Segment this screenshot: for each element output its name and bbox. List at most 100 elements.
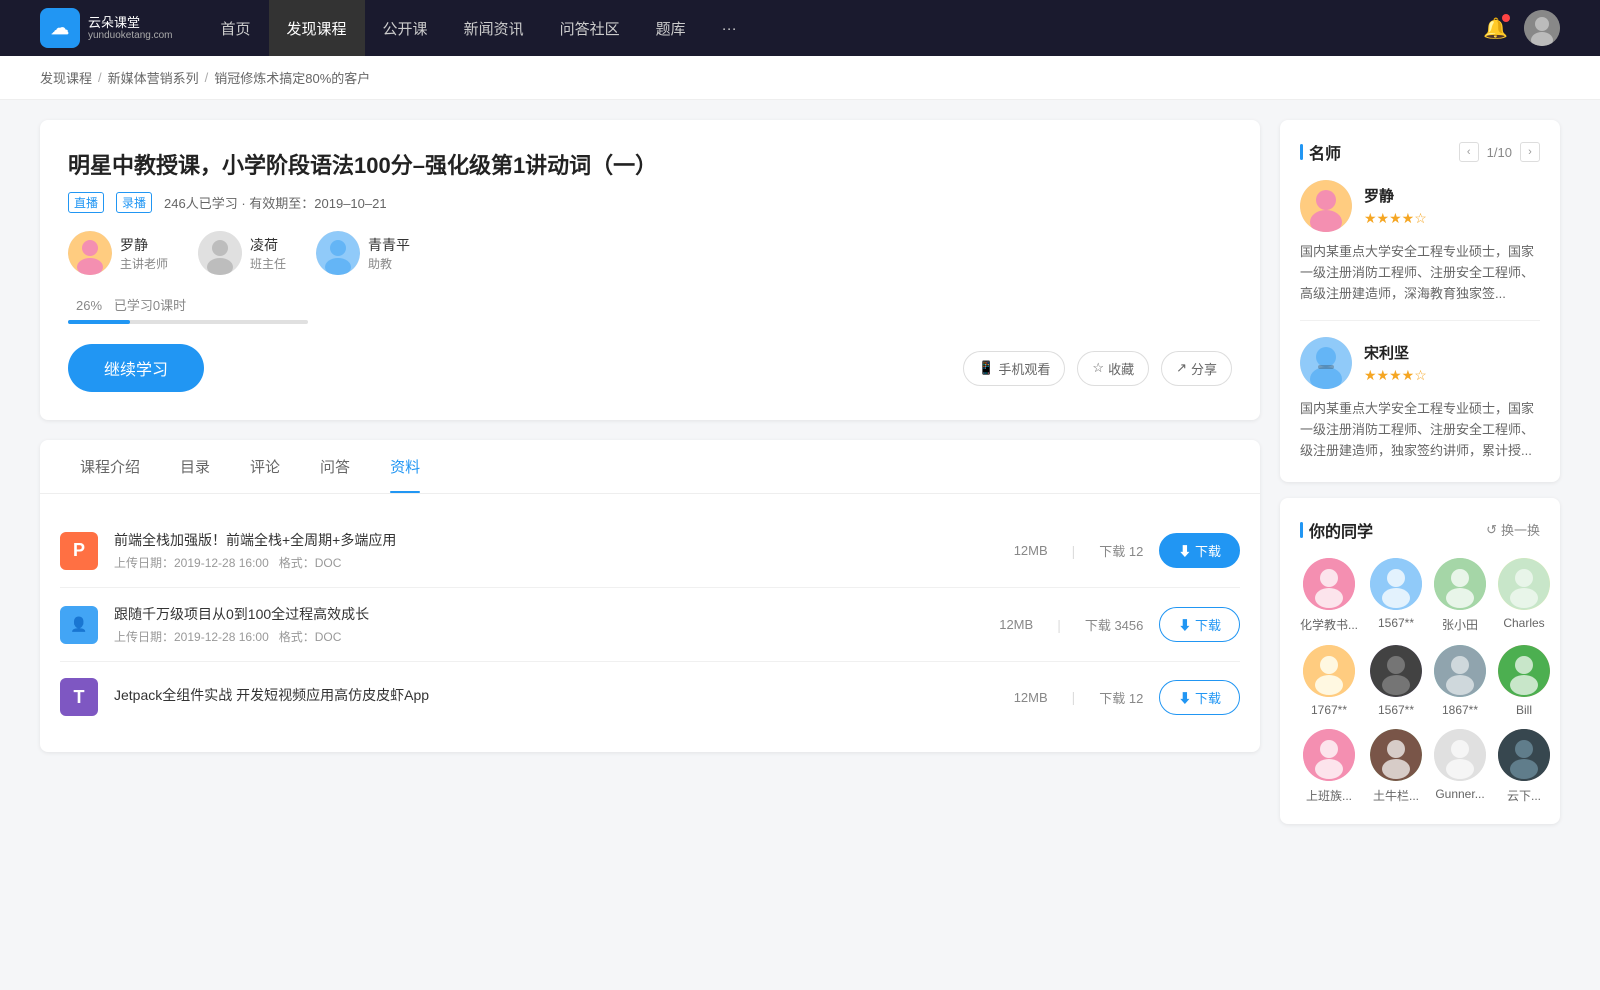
tabs-container: 课程介绍 目录 评论 问答 资料 P 前端全栈加强版！前端全栈+全周期+多端应用…: [40, 440, 1260, 752]
nav-item-discover[interactable]: 发现课程: [269, 0, 365, 56]
teacher-name-1: 凌荷: [250, 235, 286, 255]
classmate-avatar-5: [1370, 645, 1422, 697]
download-button-2[interactable]: ⬇ 下载: [1159, 680, 1240, 715]
teacher-role-2: 助教: [368, 255, 410, 272]
resource-info-0: 前端全栈加强版！前端全栈+全周期+多端应用 上传日期：2019-12-28 16…: [114, 530, 998, 571]
progress-bar-bg: [68, 320, 308, 324]
nav-item-more[interactable]: ···: [704, 0, 755, 56]
classmate-5: 1567**: [1370, 645, 1422, 717]
classmate-name-1: 1567**: [1378, 616, 1414, 630]
classmate-avatar-4: [1303, 645, 1355, 697]
teacher-pagination: ‹ 1/10 ›: [1459, 142, 1540, 162]
teacher-next-button[interactable]: ›: [1520, 142, 1540, 162]
breadcrumb-sep-2: /: [205, 70, 209, 85]
nav-item-home[interactable]: 首页: [203, 0, 269, 56]
course-actions: 继续学习 📱 手机观看 ☆ 收藏 ↗ 分享: [68, 344, 1232, 392]
tab-qa[interactable]: 问答: [300, 440, 370, 493]
user-avatar[interactable]: [1524, 10, 1560, 46]
bell-icon[interactable]: 🔔: [1483, 16, 1508, 41]
progress-section: 26% 已学习0课时: [68, 295, 1232, 324]
classmate-name-8: 上班族...: [1306, 787, 1352, 804]
nav-items: 首页 发现课程 公开课 新闻资讯 问答社区 题库 ···: [203, 0, 1484, 56]
badge-record: 录播: [116, 192, 152, 213]
teacher-profile-details-0: 罗静 ★★★★☆: [1364, 185, 1427, 227]
classmate-name-6: 1867**: [1442, 703, 1478, 717]
tab-comments[interactable]: 评论: [230, 440, 300, 493]
teachers-card-title: 名师 ‹ 1/10 ›: [1300, 140, 1540, 164]
collect-button[interactable]: ☆ 收藏: [1077, 351, 1149, 386]
progress-bar-fill: [68, 320, 130, 324]
logo-text: 云朵课堂: [88, 15, 173, 31]
nav-item-qa[interactable]: 问答社区: [542, 0, 638, 56]
badge-live: 直播: [68, 192, 104, 213]
content-area: 明星中教授课，小学阶段语法100分–强化级第1讲动词（一） 直播 录播 246人…: [40, 120, 1260, 840]
resource-name-2: Jetpack全组件实战 开发短视频应用高仿皮皮虾App: [114, 685, 998, 705]
classmate-avatar-9: [1370, 729, 1422, 781]
teacher-profile-name-0: 罗静: [1364, 185, 1427, 206]
classmate-avatar-3: [1498, 558, 1550, 610]
logo-icon: ☁: [40, 8, 80, 48]
classmate-name-0: 化学教书...: [1300, 616, 1358, 633]
nav-item-bank[interactable]: 题库: [638, 0, 704, 56]
resource-icon-2: T: [60, 678, 98, 716]
logo-sub: yunduoketang.com: [88, 30, 173, 41]
classmate-avatar-7: [1498, 645, 1550, 697]
resource-item-1: 👤 跟随千万级项目从0到100全过程高效成长 上传日期：2019-12-28 1…: [60, 588, 1240, 662]
teacher-profile-header-0: 罗静 ★★★★☆: [1300, 180, 1540, 232]
tab-resources[interactable]: 资料: [370, 440, 440, 493]
mobile-watch-button[interactable]: 📱 手机观看: [963, 351, 1065, 386]
resource-sep-0: |: [1072, 543, 1076, 559]
nav-item-open[interactable]: 公开课: [365, 0, 446, 56]
classmate-avatar-1: [1370, 558, 1422, 610]
teacher-role-1: 班主任: [250, 255, 286, 272]
action-buttons: 📱 手机观看 ☆ 收藏 ↗ 分享: [963, 351, 1232, 386]
classmates-refresh: ↺ 换一换: [1486, 520, 1540, 539]
breadcrumb: 发现课程 / 新媒体营销系列 / 销冠修炼术搞定80%的客户: [0, 56, 1600, 100]
progress-label: 26% 已学习0课时: [68, 295, 1232, 314]
teacher-info-0: 罗静 主讲老师: [120, 235, 168, 272]
tabs-header: 课程介绍 目录 评论 问答 资料: [40, 440, 1260, 494]
resource-name-1: 跟随千万级项目从0到100全过程高效成长: [114, 604, 983, 624]
sidebar-area: 名师 ‹ 1/10 ›: [1280, 120, 1560, 840]
course-card: 明星中教授课，小学阶段语法100分–强化级第1讲动词（一） 直播 录播 246人…: [40, 120, 1260, 420]
resource-size-1: 12MB: [999, 617, 1033, 632]
tab-intro[interactable]: 课程介绍: [60, 440, 160, 493]
tab-catalog[interactable]: 目录: [160, 440, 230, 493]
classmates-card-title: 你的同学 ↺ 换一换: [1300, 518, 1540, 542]
continue-button[interactable]: 继续学习: [68, 344, 204, 392]
breadcrumb-discover[interactable]: 发现课程: [40, 68, 92, 87]
classmate-avatar-8: [1303, 729, 1355, 781]
teachers: 罗静 主讲老师 凌荷 班主任: [68, 231, 1232, 275]
teacher-avatar-0: [68, 231, 112, 275]
classmate-name-9: 土牛栏...: [1373, 787, 1419, 804]
logo[interactable]: ☁ 云朵课堂 yunduoketang.com: [40, 8, 173, 48]
resource-icon-0: P: [60, 532, 98, 570]
teacher-info-1: 凌荷 班主任: [250, 235, 286, 272]
classmate-2: 张小田: [1434, 558, 1486, 633]
classmate-name-7: Bill: [1516, 703, 1532, 717]
share-icon: ↗: [1176, 360, 1187, 376]
breadcrumb-series[interactable]: 新媒体营销系列: [108, 68, 199, 87]
download-button-0[interactable]: ⬇ 下载: [1159, 533, 1240, 568]
teachers-card: 名师 ‹ 1/10 ›: [1280, 120, 1560, 482]
navbar: ☁ 云朵课堂 yunduoketang.com 首页 发现课程 公开课 新闻资讯…: [0, 0, 1600, 56]
classmate-10: Gunner...: [1434, 729, 1486, 804]
refresh-button[interactable]: ↺ 换一换: [1486, 520, 1540, 539]
nav-item-news[interactable]: 新闻资讯: [446, 0, 542, 56]
teacher-name-2: 青青平: [368, 235, 410, 255]
classmate-name-10: Gunner...: [1435, 787, 1484, 801]
bell-dot: [1502, 14, 1510, 22]
teacher-page: 1/10: [1487, 145, 1512, 160]
teacher-profile-name-1: 宋利坚: [1364, 342, 1427, 363]
share-button[interactable]: ↗ 分享: [1161, 351, 1232, 386]
classmate-avatar-6: [1434, 645, 1486, 697]
classmate-avatar-11: [1498, 729, 1550, 781]
teacher-prev-button[interactable]: ‹: [1459, 142, 1479, 162]
classmate-0: 化学教书...: [1300, 558, 1358, 633]
classmate-name-4: 1767**: [1311, 703, 1347, 717]
download-button-1[interactable]: ⬇ 下载: [1159, 607, 1240, 642]
mobile-icon: 📱: [978, 360, 994, 376]
resource-meta-1: 上传日期：2019-12-28 16:00 格式：DOC: [114, 628, 983, 645]
classmate-avatar-2: [1434, 558, 1486, 610]
nav-right: 🔔: [1483, 10, 1560, 46]
